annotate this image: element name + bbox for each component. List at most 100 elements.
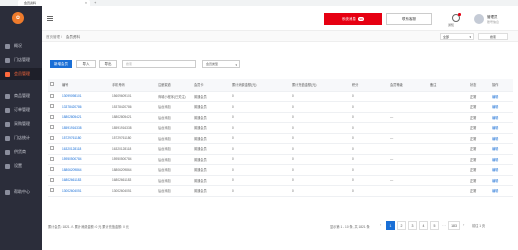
sidebar-item-suppliers[interactable]: 供货商 <box>0 146 42 158</box>
import-button[interactable]: 导入 <box>76 60 96 68</box>
page-button[interactable]: 5 <box>430 221 439 230</box>
member-id[interactable]: 16320128118 <box>60 143 110 155</box>
channel-cell: 商城小程序(已关注) <box>156 91 192 102</box>
search-input[interactable]: 搜索 <box>122 60 196 68</box>
row-checkbox[interactable] <box>48 91 60 102</box>
spend-cell: 0 <box>230 133 290 144</box>
sidebar-item-purchase[interactable]: 采购管理 <box>0 118 42 130</box>
breadcrumb-home[interactable]: 首页管理 <box>46 35 60 39</box>
sidebar-item-members[interactable]: 会员管理 <box>0 68 42 80</box>
column-header[interactable]: 累计消费金额(元) <box>230 79 290 92</box>
table-row: 18806209864 18806209864 后台添加 普通会员 0 0 0 正常 编辑 <box>48 164 513 176</box>
logo[interactable]: ✿ <box>12 12 24 24</box>
points-cell: 0 <box>350 101 388 113</box>
row-checkbox[interactable] <box>48 154 60 165</box>
truck-icon <box>5 149 10 155</box>
member-id[interactable]: 16802661183 <box>60 175 110 186</box>
sidebar-item-products[interactable]: 商品管理 <box>0 90 42 102</box>
charge-cell: 0 <box>290 91 350 102</box>
phone-cell: 18806209864 <box>110 164 156 176</box>
member-type-filter[interactable]: 会员类型 ▾ <box>202 60 240 68</box>
edit-link[interactable]: 编辑 <box>490 164 513 176</box>
table-row: 16320128118 16320128118 后台添加 普通会员 0 0 0 正常 编辑 <box>48 143 513 155</box>
column-header[interactable]: 积分 <box>350 79 388 92</box>
notification-dot <box>458 13 461 16</box>
sidebar-item-orders[interactable]: 订单管理 <box>0 104 42 116</box>
charge-cell: 0 <box>290 185 350 197</box>
column-header[interactable]: 备注 <box>428 79 468 92</box>
member-id[interactable]: 13378420786 <box>60 101 110 113</box>
member-id[interactable]: 15729761180 <box>60 133 110 144</box>
page-button-last[interactable]: 183 <box>448 221 460 230</box>
chevron-right-icon[interactable]: › <box>463 222 464 227</box>
page-button[interactable]: 3 <box>408 221 417 230</box>
contact-service-button[interactable]: 联系客服 <box>386 13 432 25</box>
row-checkbox[interactable] <box>48 175 60 186</box>
page-jump[interactable]: 前往 1 页 <box>472 223 485 228</box>
system-message-button[interactable]: 系统消息 99 <box>324 13 382 25</box>
new-tab-icon[interactable]: + <box>94 0 96 5</box>
select-all-checkbox[interactable] <box>48 79 60 92</box>
sidebar-item-overview[interactable]: 概况 <box>0 40 42 52</box>
row-checkbox[interactable] <box>48 122 60 134</box>
page-button[interactable]: 4 <box>419 221 428 230</box>
member-id[interactable]: 13002604051 <box>60 185 110 197</box>
level-cell <box>388 164 428 176</box>
help-icon <box>5 189 10 195</box>
close-icon[interactable]: × <box>85 1 87 5</box>
edit-link[interactable]: 编辑 <box>490 175 513 186</box>
store-select[interactable]: 全部 ▾ <box>440 33 474 40</box>
edit-link[interactable]: 编辑 <box>490 133 513 144</box>
column-header[interactable]: 会员卡 <box>192 79 230 92</box>
export-button[interactable]: 导出 <box>99 60 117 68</box>
edit-link[interactable]: 编辑 <box>490 143 513 155</box>
edit-link[interactable]: 编辑 <box>490 185 513 197</box>
status-cell: 正常 <box>468 143 490 155</box>
menu-icon[interactable] <box>47 16 53 21</box>
edit-link[interactable]: 编辑 <box>490 154 513 165</box>
column-header[interactable]: 注册渠道 <box>156 79 192 92</box>
card-cell: 普通会员 <box>192 175 230 186</box>
page-button[interactable]: 2 <box>397 221 406 230</box>
store-search-button[interactable]: 搜索 <box>478 33 508 40</box>
sidebar-item-store[interactable]: 门店管理 <box>0 54 42 66</box>
sidebar-item-stats[interactable]: 门店统计 <box>0 132 42 144</box>
channel-cell: 后台添加 <box>156 133 192 144</box>
sidebar-item-help[interactable]: 帮助中心 <box>0 186 42 198</box>
toolbar: 新增会员 导入 导出 搜索 会员类型 ▾ <box>50 60 510 68</box>
phone-cell: 15609609101 <box>110 91 156 102</box>
row-checkbox[interactable] <box>48 101 60 113</box>
row-checkbox[interactable] <box>48 112 60 123</box>
column-header[interactable]: 累计充值金额(元) <box>290 79 350 92</box>
level-cell <box>388 91 428 102</box>
row-checkbox[interactable] <box>48 185 60 197</box>
row-checkbox[interactable] <box>48 143 60 155</box>
note-cell <box>428 133 468 144</box>
add-member-button[interactable]: 新增会员 <box>50 60 72 68</box>
member-id[interactable]: 18591916338 <box>60 122 110 134</box>
sidebar-item-settings[interactable]: 设置 <box>0 160 42 172</box>
edit-link[interactable]: 编辑 <box>490 101 513 113</box>
row-checkbox[interactable] <box>48 133 60 144</box>
sidebar-item-label: 订单管理 <box>14 107 30 112</box>
column-header[interactable]: 会员等级 <box>388 79 428 92</box>
sidebar-item-label: 设置 <box>14 163 22 168</box>
member-id[interactable]: 18806209864 <box>60 164 110 176</box>
column-header[interactable]: 状态 <box>468 79 490 92</box>
edit-link[interactable]: 编辑 <box>490 91 513 102</box>
edit-link[interactable]: 编辑 <box>490 112 513 123</box>
channel-cell: 后台添加 <box>156 185 192 197</box>
edit-link[interactable]: 编辑 <box>490 122 513 134</box>
column-header[interactable]: 编号 <box>60 79 110 92</box>
member-id[interactable]: 15950500784 <box>60 154 110 165</box>
order-icon <box>5 107 10 113</box>
member-id[interactable]: 13099098101 <box>60 91 110 102</box>
avatar[interactable] <box>474 14 484 24</box>
column-header[interactable]: 手机号码 <box>110 79 156 92</box>
table-row: 13378420786 15378420786 后台添加 普通会员 0 0 0 正常 编辑 <box>48 101 513 113</box>
chevron-left-icon[interactable]: ‹ <box>380 222 381 227</box>
page-button[interactable]: 1 <box>386 221 395 230</box>
member-id[interactable]: 18802805421 <box>60 112 110 123</box>
note-cell <box>428 122 468 134</box>
row-checkbox[interactable] <box>48 164 60 176</box>
